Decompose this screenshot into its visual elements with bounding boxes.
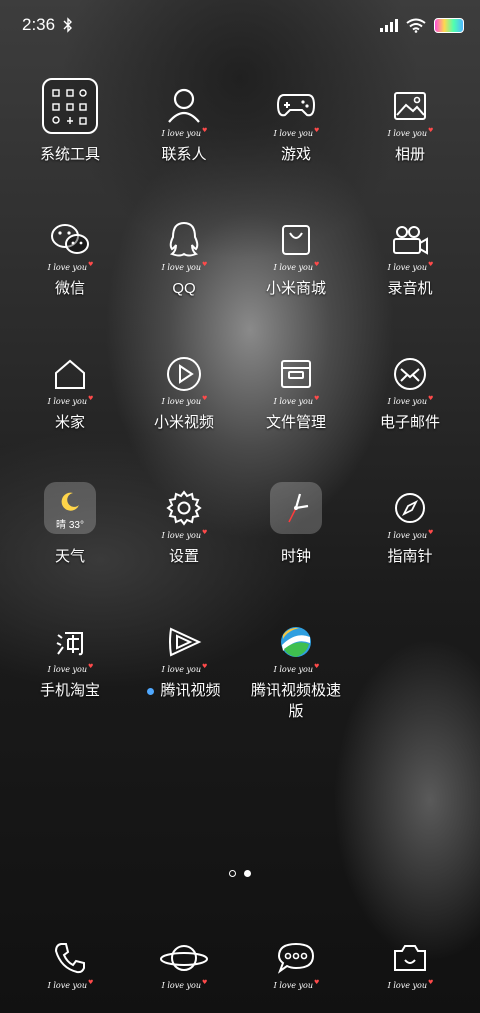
message-icon (277, 942, 315, 974)
mail-icon (394, 358, 426, 390)
app-weather[interactable]: 晴 33° 天气 (14, 478, 126, 567)
status-bar: 2:36 (0, 0, 480, 50)
tagline: I love you (388, 531, 433, 540)
app-label: 指南针 (387, 548, 433, 565)
tencent-video-icon (169, 627, 202, 657)
tagline: I love you (162, 263, 207, 272)
tagline: I love you (162, 665, 207, 674)
app-label: 小米商城 (265, 280, 326, 297)
clock-tile (270, 482, 322, 534)
file-manager-icon (281, 360, 311, 388)
planet-icon (160, 945, 208, 971)
app-label: 时钟 (280, 548, 311, 565)
app-label: 系统工具 (39, 146, 100, 163)
app-label: 联系人 (161, 146, 207, 163)
app-qq[interactable]: I love you QQ (128, 210, 240, 299)
app-label: 腾讯视频 (160, 682, 221, 699)
dock-camera[interactable]: I love you (354, 928, 466, 990)
app-mijia[interactable]: I love you 米家 (14, 344, 126, 433)
app-mi-video[interactable]: I love you 小米视频 (128, 344, 240, 433)
tagline: I love you (48, 981, 93, 990)
app-label: 电子邮件 (379, 414, 440, 431)
app-wechat[interactable]: I love you 微信 (14, 210, 126, 299)
page-dot-active[interactable] (244, 870, 251, 877)
shopping-bag-icon (282, 225, 310, 255)
play-icon (167, 357, 201, 391)
app-label: 手机淘宝 (39, 682, 100, 699)
app-tencent-video-lite[interactable]: I love you 腾讯视频极速版 (240, 612, 352, 722)
tagline: I love you (388, 263, 433, 272)
camera-icon (394, 945, 426, 971)
tagline: I love you (162, 981, 207, 990)
tencent-video-lite-icon (281, 627, 311, 657)
weather-tile: 晴 33° (44, 482, 96, 534)
status-time: 2:36 (22, 15, 56, 34)
gear-icon (166, 490, 202, 526)
home-icon (55, 359, 85, 389)
taobao-icon (56, 632, 83, 656)
app-clock[interactable]: 时钟 (240, 478, 352, 567)
phone-icon (54, 943, 85, 974)
signal-icon (380, 18, 398, 32)
app-tencent-video[interactable]: I love you 腾讯视频 (128, 612, 240, 701)
app-games[interactable]: I love you 游戏 (240, 76, 352, 165)
new-badge-dot (147, 687, 155, 695)
tagline: I love you (388, 129, 433, 138)
tagline: I love you (162, 397, 207, 406)
tagline: I love you (274, 263, 319, 272)
app-label: 相册 (394, 146, 425, 163)
page-indicator (0, 870, 480, 877)
gallery-icon (394, 92, 426, 120)
app-gallery[interactable]: I love you 相册 (354, 76, 466, 165)
app-email[interactable]: I love you 电子邮件 (354, 344, 466, 433)
tagline: I love you (162, 531, 207, 540)
weather-icon (61, 492, 79, 511)
tagline: I love you (274, 665, 319, 674)
tagline: I love you (388, 981, 433, 990)
app-system-tools[interactable]: 系统工具 (14, 76, 126, 165)
clock-icon (288, 493, 309, 523)
app-recorder[interactable]: I love you 录音机 (354, 210, 466, 299)
app-label-row: 腾讯视频 (128, 680, 240, 701)
tagline: I love you (48, 263, 93, 272)
tagline: I love you (274, 397, 319, 406)
tagline: I love you (48, 397, 93, 406)
app-label: 设置 (168, 548, 199, 565)
gamepad-icon (276, 94, 316, 117)
tagline: I love you (388, 397, 433, 406)
dock-messages[interactable]: I love you (240, 928, 352, 990)
app-label: 小米视频 (153, 414, 214, 431)
bluetooth-icon (63, 17, 73, 33)
tagline: I love you (274, 981, 319, 990)
app-contacts[interactable]: I love you 联系人 (128, 76, 240, 165)
app-compass[interactable]: I love you 指南针 (354, 478, 466, 567)
app-label: QQ (172, 280, 196, 297)
qq-icon (169, 221, 199, 257)
folder-icon (42, 78, 98, 134)
dock-phone[interactable]: I love you (14, 928, 126, 990)
contacts-icon (168, 88, 200, 123)
weather-badge: 晴 33° (56, 520, 84, 531)
app-file-manager[interactable]: I love you 文件管理 (240, 344, 352, 433)
app-label: 腾讯视频极速版 (250, 682, 341, 720)
tagline: I love you (48, 665, 93, 674)
tagline: I love you (274, 129, 319, 138)
app-label: 天气 (54, 548, 85, 565)
app-label: 微信 (54, 280, 85, 297)
page-dot[interactable] (229, 870, 236, 877)
app-label: 米家 (54, 414, 85, 431)
tagline: I love you (162, 129, 207, 138)
wifi-icon (406, 18, 426, 33)
recorder-icon (393, 226, 428, 255)
dock-browser[interactable]: I love you (128, 928, 240, 990)
battery-icon (434, 17, 464, 33)
app-settings[interactable]: I love you 设置 (128, 478, 240, 567)
app-taobao[interactable]: I love you 手机淘宝 (14, 612, 126, 701)
app-label: 游戏 (280, 146, 311, 163)
wechat-icon (51, 224, 89, 254)
app-label: 文件管理 (265, 414, 326, 431)
app-label: 录音机 (387, 280, 433, 297)
compass-icon (395, 493, 425, 523)
app-mi-store[interactable]: I love you 小米商城 (240, 210, 352, 299)
